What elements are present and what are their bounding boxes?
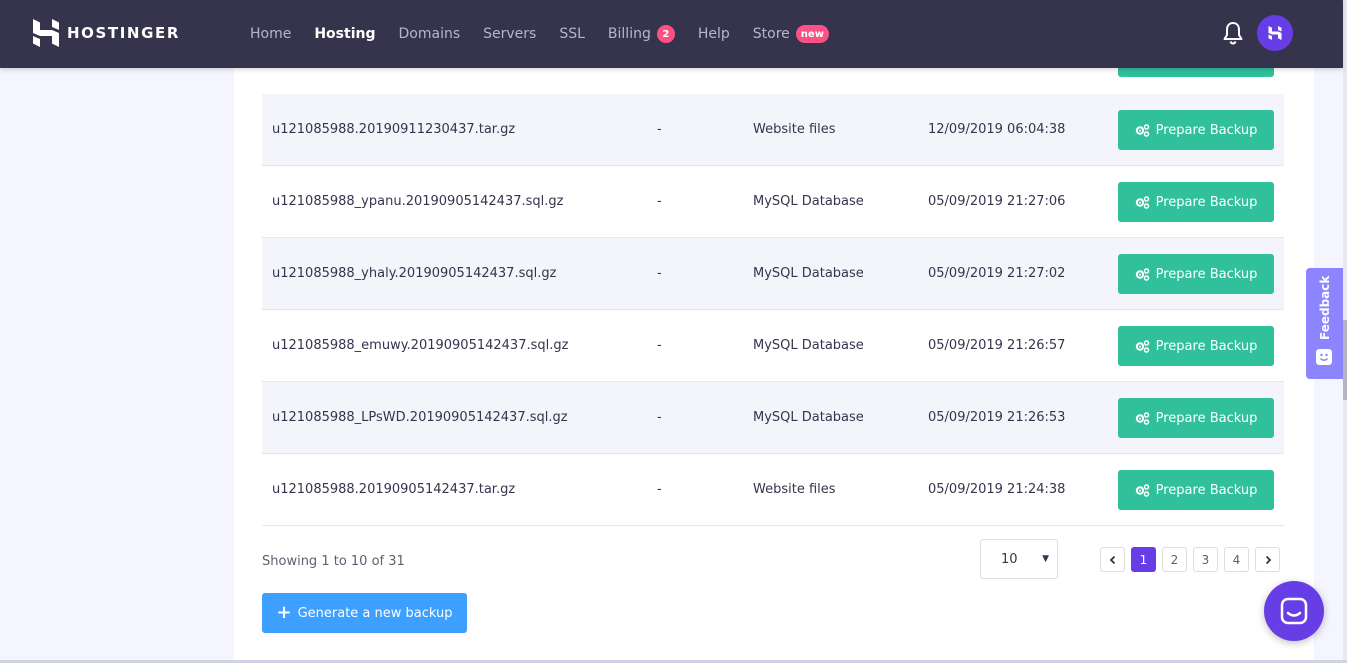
backup-date: 05/09/2019 21:27:06	[928, 194, 1066, 209]
nav-item-hosting[interactable]: Hosting	[314, 26, 375, 42]
gears-icon	[1135, 411, 1149, 425]
hostinger-mini-logo-icon	[1268, 26, 1282, 40]
table-row: u121085988_LPsWD.20190905142437.sql.gz - M…	[262, 382, 1284, 454]
generate-backup-button[interactable]: + Generate a new backup	[262, 593, 467, 633]
pagination-info: Showing 1 to 10 of 31	[262, 554, 405, 569]
nav-item-home[interactable]: Home	[250, 26, 291, 42]
backup-size: -	[657, 410, 662, 425]
page-button-2[interactable]: 2	[1162, 547, 1187, 572]
per-page-value: 10	[1001, 551, 1018, 567]
nav-item-label: Hosting	[314, 26, 376, 42]
backup-date: 05/09/2019 21:26:57	[928, 338, 1066, 353]
caret-down-icon: ▼	[1042, 554, 1049, 564]
prepare-backup-button[interactable]: Prepare Backup	[1118, 254, 1274, 294]
hostinger-logo[interactable]: HOSTINGER	[33, 18, 180, 48]
backup-file-name: u121085988_LPsWD.20190905142437.sql.gz	[272, 410, 568, 425]
chat-icon	[1280, 597, 1308, 625]
page-button-4[interactable]: 4	[1224, 547, 1249, 572]
backup-date: 05/09/2019 21:26:53	[928, 410, 1066, 425]
prev-page-button[interactable]	[1100, 547, 1125, 572]
backup-type: MySQL Database	[753, 266, 864, 281]
gears-icon	[1135, 339, 1149, 353]
prepare-backup-button[interactable]: Prepare Backup	[1118, 398, 1274, 438]
nav-item-servers[interactable]: Servers	[483, 26, 536, 42]
table-row: u121085988.20190905142437.tar.gz - Website…	[262, 454, 1284, 526]
nav-item-label: Store	[752, 26, 790, 42]
backup-size: -	[657, 194, 662, 209]
top-navbar: HOSTINGER Home Hosting Domains Servers SSL Bi…	[0, 0, 1343, 68]
nav-item-label: Billing	[607, 26, 651, 42]
chevron-left-icon	[1109, 555, 1115, 564]
backup-type: Website files	[753, 122, 836, 137]
prepare-backup-button[interactable]: Prepare Backup	[1118, 110, 1274, 150]
gears-icon	[1135, 123, 1149, 137]
bell-icon[interactable]	[1220, 20, 1246, 46]
prepare-backup-label: Prepare Backup	[1155, 482, 1258, 498]
backups-table: u121085988.20190911230437.tar.gz - Website…	[262, 94, 1284, 526]
feedback-tab[interactable]: Feedback	[1306, 268, 1343, 379]
page-button-3[interactable]: 3	[1193, 547, 1218, 572]
brand-name: HOSTINGER	[67, 24, 180, 42]
hostinger-logo-icon	[33, 19, 59, 47]
backup-size: -	[657, 482, 662, 497]
gears-icon	[1135, 267, 1149, 281]
nav-item-ssl[interactable]: SSL	[559, 26, 585, 42]
nav-item-label: SSL	[559, 26, 585, 42]
pagination: 1 2 3 4	[1100, 547, 1286, 572]
nav-badge: new	[795, 25, 829, 43]
backup-date: 12/09/2019 06:04:38	[928, 122, 1066, 137]
backup-date: 05/09/2019 21:27:02	[928, 266, 1066, 281]
prepare-backup-label: Prepare Backup	[1155, 410, 1258, 426]
prepare-backup-label: Prepare Backup	[1155, 122, 1258, 138]
chat-button[interactable]	[1264, 581, 1324, 641]
backup-type: Website files	[753, 482, 836, 497]
nav-item-store[interactable]: Store new	[753, 25, 829, 43]
page-button-1[interactable]: 1	[1131, 547, 1156, 572]
table-row: u121085988_ypanu.20190905142437.sql.gz - M…	[262, 166, 1284, 238]
nav-item-label: Domains	[398, 26, 461, 42]
backup-size: -	[657, 338, 662, 353]
backup-file-name: u121085988_emuwy.20190905142437.sql.gz	[272, 338, 569, 353]
backup-type: MySQL Database	[753, 338, 864, 353]
prepare-backup-button[interactable]: Prepare Backup	[1118, 470, 1274, 510]
nav-item-label: Home	[250, 26, 292, 42]
backup-size: -	[657, 122, 662, 137]
backup-date: 05/09/2019 21:24:38	[928, 482, 1066, 497]
generate-backup-label: Generate a new backup	[297, 605, 453, 621]
prepare-backup-button[interactable]: Prepare Backup	[1118, 182, 1274, 222]
table-row: u121085988_emuwy.20190905142437.sql.gz - M…	[262, 310, 1284, 382]
backup-file-name: u121085988_yhaly.20190905142437.sql.gz	[272, 266, 557, 281]
nav-item-label: Servers	[483, 26, 537, 42]
nav-item-label: Help	[697, 26, 730, 42]
feedback-label: Feedback	[1318, 275, 1332, 340]
prepare-backup-label: Prepare Backup	[1155, 194, 1258, 210]
backup-type: MySQL Database	[753, 194, 864, 209]
table-row: u121085988.20190911230437.tar.gz - Website…	[262, 94, 1284, 166]
chevron-right-icon	[1265, 555, 1271, 564]
nav-item-domains[interactable]: Domains	[399, 26, 461, 42]
nav-item-billing[interactable]: Billing 2	[608, 25, 675, 43]
next-page-button[interactable]	[1255, 547, 1280, 572]
nav-item-help[interactable]: Help	[698, 26, 730, 42]
main-nav: Home Hosting Domains Servers SSL Billing 2 Help…	[250, 0, 852, 68]
prepare-backup-label: Prepare Backup	[1155, 338, 1258, 354]
backup-file-name: u121085988.20190905142437.tar.gz	[272, 482, 516, 497]
nav-badge: 2	[656, 25, 675, 43]
prepare-backup-button[interactable]: Prepare Backup	[1118, 326, 1274, 366]
prepare-backup-label: Prepare Backup	[1155, 266, 1258, 282]
avatar[interactable]	[1257, 15, 1293, 51]
table-row: u121085988_yhaly.20190905142437.sql.gz - M…	[262, 238, 1284, 310]
per-page-select[interactable]: 10 ▼	[980, 539, 1058, 579]
scrollbar-thumb[interactable]	[1343, 320, 1347, 400]
plus-icon: +	[276, 602, 292, 623]
backup-file-name: u121085988_ypanu.20190905142437.sql.gz	[272, 194, 564, 209]
backup-size: -	[657, 266, 662, 281]
gears-icon	[1135, 195, 1149, 209]
backup-type: MySQL Database	[753, 410, 864, 425]
gears-icon	[1135, 483, 1149, 497]
backup-file-name: u121085988.20190911230437.tar.gz	[272, 122, 516, 137]
smile-icon	[1316, 349, 1332, 365]
